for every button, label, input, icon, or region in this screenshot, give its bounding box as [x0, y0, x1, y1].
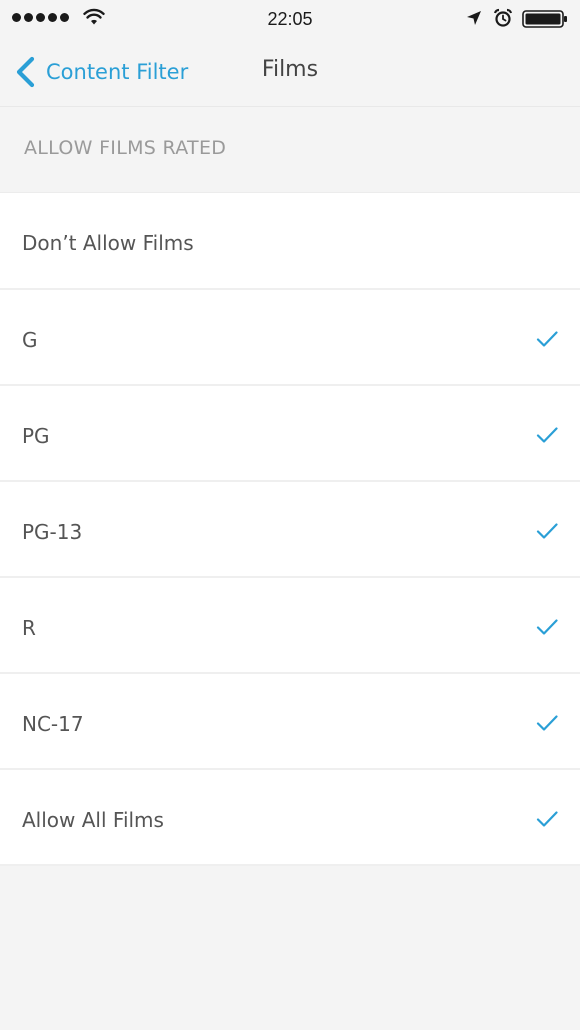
battery-icon: [522, 10, 567, 28]
navigation-bar: Content Filter Films: [0, 38, 580, 106]
checkmark-icon: [536, 811, 558, 827]
rating-option[interactable]: Don’t Allow Films: [0, 192, 580, 288]
rating-option-label: Don’t Allow Films: [22, 231, 194, 255]
checkmark-icon: [536, 715, 558, 731]
rating-option-label: R: [22, 616, 36, 640]
rating-option-label: NC-17: [22, 712, 84, 736]
list-bottom-divider: [0, 864, 580, 866]
checkmark-icon: [536, 619, 558, 635]
section-header: ALLOW FILMS RATED: [0, 106, 580, 192]
rating-option[interactable]: Allow All Films: [0, 768, 580, 864]
checkmark-icon: [536, 331, 558, 347]
rating-option-label: G: [22, 328, 38, 352]
checkmark-icon: [536, 523, 558, 539]
checkmark-icon: [536, 427, 558, 443]
section-header-label: ALLOW FILMS RATED: [24, 137, 227, 159]
rating-option[interactable]: R: [0, 576, 580, 672]
page-title: Films: [261, 57, 319, 82]
status-bar: 22:05: [0, 0, 580, 38]
rating-option-label: PG-13: [22, 520, 83, 544]
rating-option[interactable]: PG: [0, 384, 580, 480]
rating-option-label: Allow All Films: [22, 808, 164, 832]
alarm-clock-icon: [493, 8, 513, 27]
rating-option[interactable]: NC-17: [0, 672, 580, 768]
rating-option-label: PG: [22, 424, 50, 448]
ratings-list: Don’t Allow Films G PG PG-13 R NC-17 Allow All…: [0, 192, 580, 866]
rating-option[interactable]: G: [0, 288, 580, 384]
location-arrow-icon: [467, 11, 481, 25]
rating-option[interactable]: PG-13: [0, 480, 580, 576]
screen: 22:05 Content Filter Films ALLOW FILMS R…: [0, 0, 580, 1030]
